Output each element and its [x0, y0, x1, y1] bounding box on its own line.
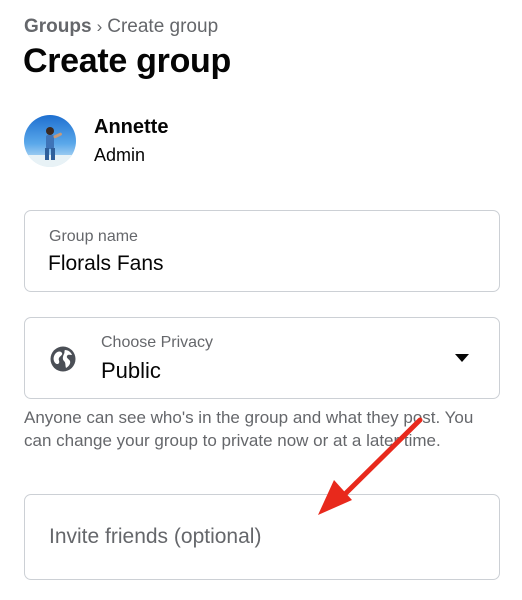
- group-name-value[interactable]: Florals Fans: [48, 252, 164, 276]
- breadcrumb-separator: ›: [96, 17, 103, 36]
- breadcrumb-groups-link[interactable]: Groups: [24, 16, 92, 38]
- avatar-photo-icon: [24, 115, 76, 167]
- privacy-value: Public: [101, 358, 161, 383]
- page-title: Create group: [23, 42, 231, 80]
- invite-friends-field[interactable]: [24, 494, 500, 580]
- group-admin-row: Annette Admin: [24, 114, 168, 168]
- privacy-help-text: Anyone can see who's in the group and wh…: [24, 408, 474, 450]
- privacy-label: Choose Privacy: [101, 334, 214, 351]
- privacy-select[interactable]: Choose Privacy Public: [24, 317, 500, 399]
- admin-role: Admin: [94, 145, 146, 165]
- globe-icon: [49, 345, 77, 373]
- admin-name: Annette: [94, 116, 169, 138]
- breadcrumb-current: Create group: [107, 16, 219, 37]
- avatar: [24, 115, 76, 167]
- group-name-field[interactable]: Group name Florals Fans: [24, 210, 500, 292]
- group-name-label: Group name: [49, 228, 138, 245]
- breadcrumb: Groups › Create group: [24, 16, 218, 38]
- invite-friends-input[interactable]: [25, 495, 499, 579]
- caret-down-icon: [455, 354, 469, 362]
- create-group-page: Groups › Create group Create group Annet…: [0, 0, 522, 600]
